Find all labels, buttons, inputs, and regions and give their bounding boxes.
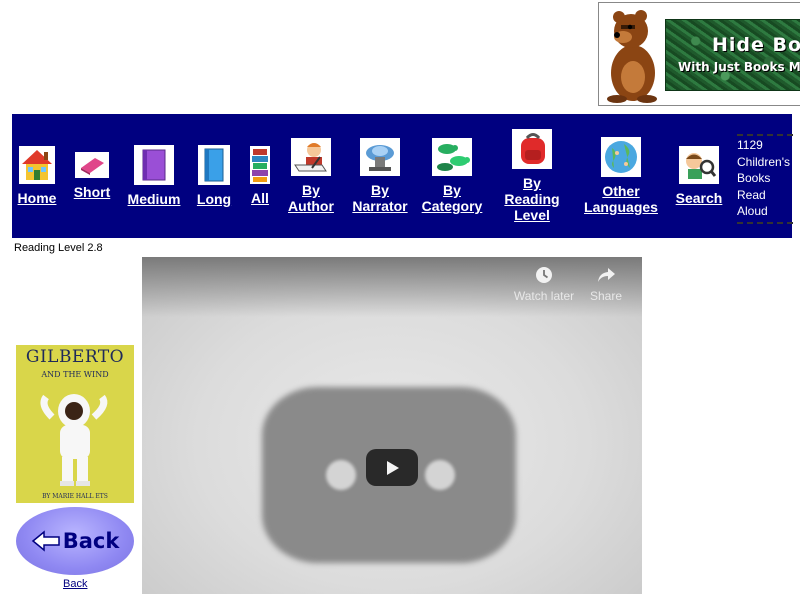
nav-by-author-label: By Author: [288, 182, 334, 214]
banner-ad-image[interactable]: Hide Boo With Just Books M: [665, 19, 800, 91]
book-count-line3: Read: [737, 187, 766, 202]
share-icon: [598, 268, 615, 282]
globe-icon: [601, 137, 641, 177]
nav-home-label: Home: [17, 190, 57, 206]
nav-by-reading-level-label: By Reading Level: [504, 175, 560, 223]
nav-short-label: Short: [73, 184, 111, 200]
lizards-icon: [432, 138, 472, 176]
bear-icon: [607, 10, 657, 103]
book-count-line1: Children's: [737, 154, 790, 169]
book-stack-icon: [250, 146, 270, 184]
magnifier-kid-icon: [679, 146, 719, 184]
book-count-number: 1129: [737, 138, 763, 152]
blue-book-icon: [198, 145, 230, 185]
top-banner-ad[interactable]: Hide Boo With Just Books M: [598, 2, 800, 106]
nav-medium[interactable]: Medium: [124, 114, 184, 238]
thumbnail-dot-right: [425, 460, 455, 490]
share-label: Share: [589, 289, 623, 303]
back-button[interactable]: Back: [16, 507, 134, 575]
main-nav-bar: Home Short Medium Long All By Author By …: [12, 114, 793, 238]
purple-book-icon: [134, 145, 174, 185]
nav-home[interactable]: Home: [14, 114, 60, 238]
writer-icon: [291, 138, 331, 176]
nav-by-reading-level[interactable]: By Reading Level: [496, 114, 568, 238]
house-icon: [19, 146, 55, 184]
nav-by-category-label: By Category: [421, 182, 483, 214]
watch-later-button[interactable]: Watch later: [512, 265, 576, 303]
nav-short[interactable]: Short: [70, 114, 114, 238]
back-link[interactable]: Back: [63, 578, 87, 590]
book-count-line2: Books: [737, 171, 771, 185]
book-count-line4: Aloud: [737, 204, 768, 218]
play-icon: [387, 460, 399, 475]
nav-long-label: Long: [196, 191, 232, 207]
cover-subtitle: AND THE WIND: [41, 370, 109, 379]
banner-title: Hide Boo: [712, 34, 800, 56]
nav-by-narrator[interactable]: By Narrator: [346, 114, 414, 238]
nav-by-narrator-label: By Narrator: [352, 182, 408, 214]
cover-author: BY MARIE HALL ETS: [42, 493, 108, 500]
back-arrow-icon: [31, 530, 60, 552]
nav-medium-label: Medium: [127, 191, 181, 207]
nav-all[interactable]: All: [244, 114, 276, 238]
clock-icon: [536, 267, 552, 283]
watch-later-label: Watch later: [513, 289, 575, 303]
backpack-icon: [512, 129, 552, 169]
nav-other-languages[interactable]: Other Languages: [580, 114, 662, 238]
thumbnail-dot-left: [326, 460, 356, 490]
nav-all-label: All: [251, 190, 269, 206]
reading-level: Reading Level 2.8: [14, 242, 103, 254]
video-player[interactable]: Watch later Share: [142, 257, 642, 594]
nav-search[interactable]: Search: [672, 114, 726, 238]
child-illustration-icon: [40, 394, 108, 486]
book-cover: GILBERTO AND THE WIND BY MARIE HALL ETS: [16, 345, 134, 503]
nav-by-author[interactable]: By Author: [284, 114, 338, 238]
nav-long[interactable]: Long: [192, 114, 236, 238]
banner-subtitle: With Just Books M: [678, 60, 800, 74]
cover-title: GILBERTO: [25, 347, 125, 367]
share-button[interactable]: Share: [574, 265, 638, 303]
play-button[interactable]: [366, 449, 418, 486]
nav-by-category[interactable]: By Category: [418, 114, 486, 238]
back-button-label: Back: [62, 529, 120, 553]
nav-search-label: Search: [675, 190, 723, 206]
book-count: 1129 Children's Books Read Aloud: [737, 134, 793, 224]
pink-book-icon: [75, 152, 109, 178]
narrator-icon: [360, 138, 400, 176]
nav-other-languages-label: Other Languages: [584, 183, 658, 215]
